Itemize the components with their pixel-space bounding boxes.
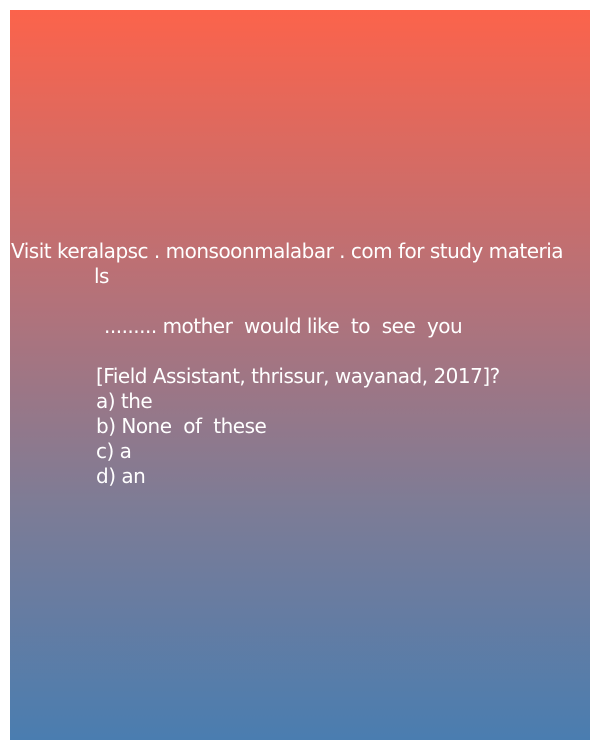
promo-text-line-2: ls	[94, 264, 109, 288]
question-card: Visit keralapsc . monsoonmalabar . com f…	[10, 10, 590, 740]
option-a: a) the	[96, 389, 153, 413]
option-d: d) an	[96, 464, 146, 488]
option-b: b) None of these	[96, 414, 267, 438]
option-c: c) a	[96, 439, 132, 463]
question-source: [Field Assistant, thrissur, wayanad, 201…	[96, 364, 500, 388]
promo-text-line-1: Visit keralapsc . monsoonmalabar . com f…	[11, 239, 564, 263]
question-text: ......... mother would like to see you	[104, 314, 463, 338]
